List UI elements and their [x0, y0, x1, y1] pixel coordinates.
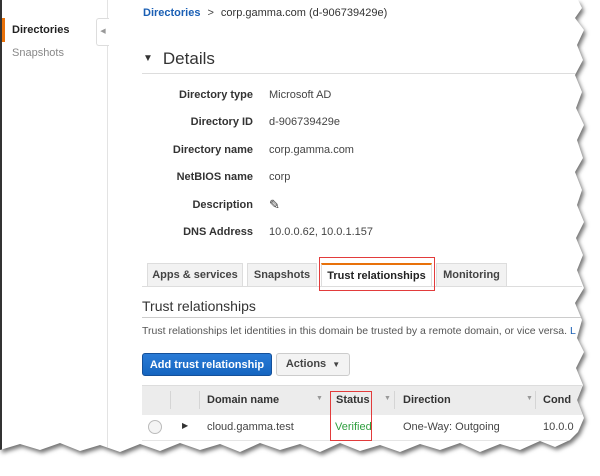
- sort-icon[interactable]: ▼: [384, 395, 391, 402]
- tab-monitoring[interactable]: Monitoring: [436, 263, 507, 287]
- breadcrumb: Directories > corp.gamma.com (d-906739429e…: [143, 7, 387, 19]
- detail-label: Directory type: [179, 89, 253, 101]
- divider: [142, 317, 582, 318]
- detail-label: Description: [192, 199, 253, 211]
- pencil-icon[interactable]: ✎: [269, 197, 280, 213]
- details-toggle[interactable]: ▼ Details: [143, 49, 215, 69]
- column-header-status[interactable]: Status: [336, 394, 370, 406]
- column-divider: [394, 391, 395, 409]
- cell-domain-name: cloud.gamma.test: [207, 421, 294, 433]
- divider: [142, 286, 582, 287]
- section-title: Trust relationships: [142, 298, 256, 314]
- active-indicator: [2, 18, 5, 42]
- actions-dropdown[interactable]: Actions ▼: [276, 353, 350, 376]
- add-trust-relationship-button[interactable]: Add trust relationship: [142, 353, 272, 376]
- tab-snapshots[interactable]: Snapshots: [247, 263, 317, 287]
- detail-value: corp: [269, 171, 291, 183]
- column-header-domain-name[interactable]: Domain name: [207, 394, 279, 406]
- description-text: Trust relationships let identities in th…: [142, 325, 568, 337]
- detail-label: NetBIOS name: [176, 171, 253, 183]
- row-select-radio[interactable]: [148, 420, 162, 434]
- column-divider: [330, 391, 331, 409]
- breadcrumb-directories-link[interactable]: Directories: [143, 7, 200, 19]
- detail-value: corp.gamma.com: [269, 144, 354, 156]
- console-page: Directories Snapshots ◀ Directories > corp…: [0, 0, 584, 452]
- detail-value: Microsoft AD: [269, 89, 332, 101]
- expand-row-icon[interactable]: ▶: [182, 421, 188, 430]
- divider: [142, 73, 582, 74]
- cell-direction: One-Way: Outgoing: [403, 421, 500, 433]
- breadcrumb-current: corp.gamma.com (d-906739429e): [220, 7, 388, 19]
- actions-label: Actions: [285, 358, 327, 370]
- sort-icon[interactable]: ▼: [526, 395, 533, 402]
- cell-conditional: 10.0.0: [543, 421, 574, 433]
- learn-more-link[interactable]: L: [570, 325, 576, 337]
- column-divider: [199, 391, 200, 409]
- detail-label: Directory ID: [190, 116, 253, 128]
- detail-label: DNS Address: [183, 226, 253, 238]
- detail-label: Directory name: [172, 144, 253, 156]
- detail-value: 10.0.0.62, 10.0.1.157: [269, 226, 373, 238]
- sidebar-item-directories[interactable]: Directories: [12, 24, 69, 36]
- details-title: Details: [162, 49, 215, 68]
- status-badge: Verified: [335, 421, 372, 433]
- caret-down-icon: ▼: [143, 53, 153, 64]
- collapse-sidebar-button[interactable]: ◀: [96, 18, 109, 46]
- detail-value: d-906739429e: [269, 116, 340, 128]
- column-divider: [535, 391, 536, 409]
- column-header-direction[interactable]: Direction: [403, 394, 451, 406]
- breadcrumb-separator: >: [207, 7, 214, 19]
- sort-icon[interactable]: ▼: [316, 395, 323, 402]
- column-header-conditional[interactable]: Cond: [543, 394, 571, 406]
- tab-trust-relationships[interactable]: Trust relationships: [321, 263, 432, 287]
- column-divider: [170, 391, 171, 409]
- sidebar-item-snapshots[interactable]: Snapshots: [12, 47, 64, 59]
- chevron-left-icon: ◀: [100, 28, 106, 35]
- sidebar: Directories Snapshots: [2, 0, 108, 452]
- chevron-down-icon: ▼: [332, 360, 341, 369]
- tab-apps-services[interactable]: Apps & services: [147, 263, 243, 287]
- section-description: Trust relationships let identities in th…: [142, 325, 576, 337]
